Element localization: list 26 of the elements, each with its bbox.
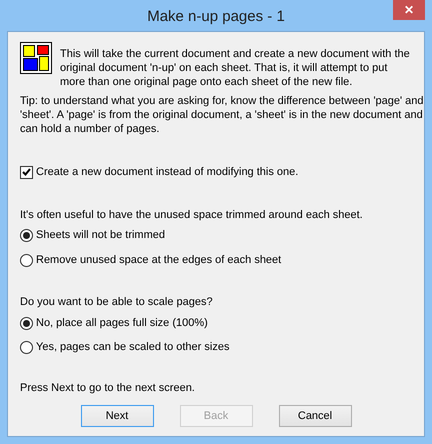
checkbox-option[interactable]: Create a new document instead of modifying this one.	[20, 163, 298, 181]
page-layout-icon	[20, 42, 52, 74]
intro-text: This will take the current document and create a new document with the original document 'n-up' on each sheet. That is, it will attempt to put more than one original page onto each sheet of the new file.	[60, 47, 411, 89]
trim-question: It's often useful to have the unused space trimmed around each sheet.	[20, 208, 364, 222]
radio-button[interactable]	[20, 254, 33, 266]
radio-label: No, place all pages full size (100%)	[36, 316, 208, 330]
radio-option[interactable]: Remove unused space at the edges of each sheet	[20, 250, 282, 270]
dialog-button[interactable]: Cancel	[278, 405, 352, 427]
radio-label: Sheets will not be trimmed	[36, 228, 165, 242]
radio-label: Remove unused space at the edges of each sheet	[36, 253, 282, 267]
scale-question: Do you want to be able to scale pages?	[20, 295, 214, 309]
checkbox-label: Create a new document instead of modifying this one.	[36, 165, 298, 179]
radio-option[interactable]: Sheets will not be trimmed	[20, 225, 165, 245]
dialog-button[interactable]: Next	[80, 405, 154, 427]
radio-button[interactable]	[20, 228, 33, 242]
footer-text: Press Next to go to the next screen.	[20, 381, 196, 395]
radio-option[interactable]: No, place all pages full size (100%)	[20, 313, 208, 333]
radio-button[interactable]	[20, 316, 33, 330]
close-button[interactable]: ✕	[393, 0, 425, 20]
window-title: Make n-up pages - 1	[147, 10, 285, 24]
radio-button[interactable]	[20, 340, 33, 354]
tip-text: Tip: to understand what you are asking for, know the difference between 'page' and 'sheet'. A 'page' is from the original document, a 'sheet' is in the new document and can hold a number of pages.	[20, 94, 424, 136]
radio-label: Yes, pages can be scaled to other sizes	[36, 340, 230, 354]
radio-option[interactable]: Yes, pages can be scaled to other sizes	[20, 337, 230, 357]
check-icon	[22, 168, 31, 176]
checkbox[interactable]	[20, 166, 33, 178]
